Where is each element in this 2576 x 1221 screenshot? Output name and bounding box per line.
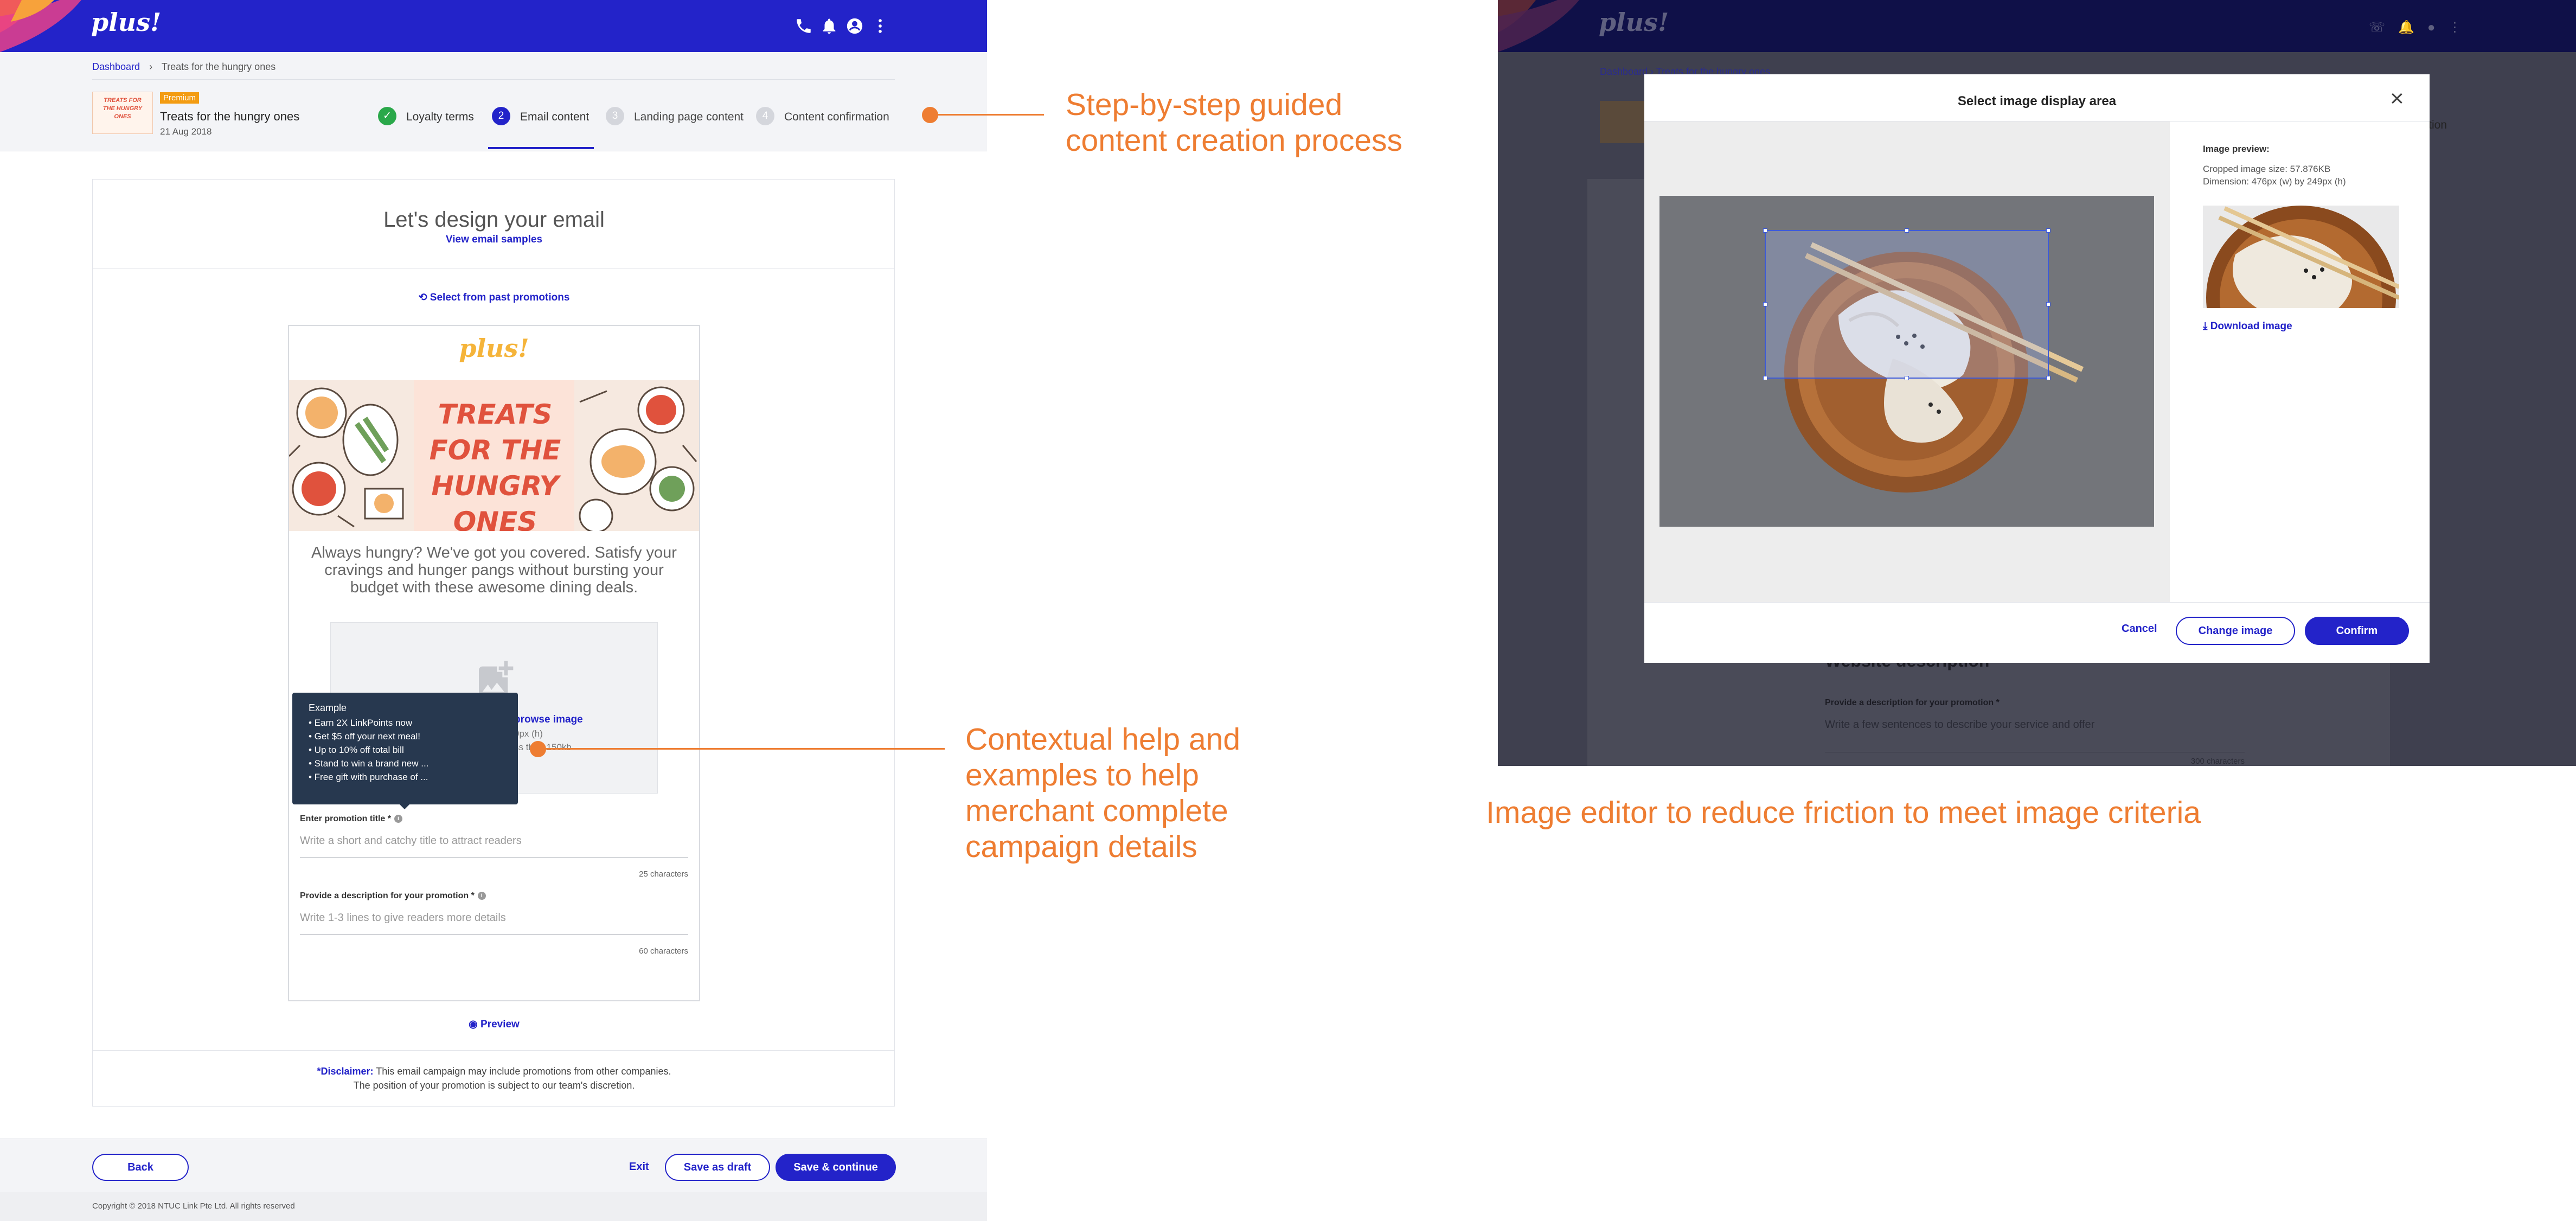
annotation-contextual-help: Contextual help and examples to help merch… (965, 722, 1241, 864)
campaign-editor-screen: plus! Dashboard › Treats for the hungry … (0, 0, 987, 1221)
crop-handle[interactable] (1763, 302, 1767, 306)
promotion-description-label: Provide a description for your promotion… (300, 891, 486, 901)
campaign-name: Treats for the hungry ones (160, 110, 300, 123)
tooltip-item: • Earn 2X LinkPoints now (309, 718, 413, 728)
promotion-description-input[interactable]: Write 1-3 lines to give readers more det… (300, 912, 688, 935)
bell-icon[interactable] (820, 17, 838, 35)
plus-logo[interactable]: plus! (91, 8, 161, 37)
eye-icon: ◉ (469, 1019, 481, 1030)
browse-image-link[interactable]: browse image (514, 714, 583, 726)
breadcrumb: Dashboard › Treats for the hungry ones (92, 61, 275, 73)
preview-link[interactable]: ◉ Preview (93, 1018, 895, 1031)
tooltip-item: • Free gift with purchase of ... (309, 772, 428, 782)
dimmed-top-bar: plus! ☏🔔●⋮ (1498, 0, 2576, 52)
crop-handle[interactable] (1763, 376, 1767, 380)
confirm-button[interactable]: Confirm (2305, 617, 2409, 645)
divider (93, 268, 894, 269)
phone-icon[interactable] (794, 17, 813, 35)
annotation-image-editor: Image editor to reduce friction to meet … (1486, 795, 2201, 830)
design-heading: Let's design your email (383, 208, 605, 232)
description-char-counter: 60 characters (639, 947, 688, 956)
info-icon[interactable]: i (394, 815, 402, 823)
disclaimer: *Disclaimer: This email campaign may inc… (317, 1066, 671, 1091)
check-icon: ✓ (378, 107, 396, 125)
change-image-button[interactable]: Change image (2176, 617, 2295, 645)
image-preview-label: Image preview: (2203, 144, 2270, 154)
campaign-date: 21 Aug 2018 (160, 126, 212, 137)
tooltip-item: • Stand to win a brand new ... (309, 758, 429, 769)
email-hero-banner: TREATS FOR THE HUNGRY ONES (289, 380, 699, 531)
exit-button[interactable]: Exit (629, 1161, 649, 1173)
annotation-connector (538, 748, 945, 750)
food-illustration-left (289, 380, 414, 531)
history-icon: ⟲ (418, 292, 430, 303)
dumpling-preview (2203, 206, 2399, 308)
divider (93, 1050, 894, 1051)
crop-handle[interactable] (1763, 228, 1767, 233)
decorative-shapes (1498, 0, 1579, 52)
food-illustration-right (574, 380, 699, 531)
account-icon[interactable] (845, 17, 864, 35)
active-step-indicator (488, 147, 594, 149)
decorative-shapes (0, 0, 81, 52)
crop-handle[interactable] (2046, 302, 2050, 306)
cancel-button[interactable]: Cancel (2122, 623, 2157, 635)
tooltip-arrow (399, 803, 411, 809)
crop-handle[interactable] (1905, 376, 1909, 380)
image-editor-screen: plus! ☏🔔●⋮ Dashboard › Treats for the hu… (1498, 0, 2576, 766)
image-crop-modal: Select image display area × Image previe… (1644, 74, 2430, 663)
hero-text-panel: TREATS FOR THE HUNGRY ONES (414, 380, 576, 531)
email-logo: plus! (459, 334, 529, 363)
save-continue-button[interactable]: Save & continue (776, 1154, 896, 1181)
breadcrumb-current: Treats for the hungry ones (161, 61, 276, 72)
promotion-title-input[interactable]: Write a short and catchy title to attrac… (300, 835, 688, 858)
dimmed-counter: 300 characters (2190, 757, 2245, 766)
dimmed-field-placeholder: Write a few sentences to describe your s… (1825, 719, 2095, 731)
dimmed-thumbnail (1600, 101, 1646, 143)
email-design-card: Let's design your email View email sampl… (92, 179, 895, 1107)
example-tooltip: Example • Earn 2X LinkPoints now • Get $… (292, 693, 518, 804)
dimmed-toolbar-icons: ☏🔔●⋮ (2369, 20, 2475, 35)
close-icon[interactable]: × (2390, 85, 2404, 112)
plus-logo: plus! (1599, 8, 1669, 37)
breadcrumb-separator: › (149, 61, 153, 72)
divider (92, 79, 895, 80)
upload-dimension-hint: 9px (h) (514, 728, 543, 739)
crop-handle[interactable] (1905, 228, 1909, 233)
view-email-samples-link[interactable]: View email samples (93, 234, 895, 246)
promotion-title-label: Enter promotion title * i (300, 814, 402, 824)
divider (1644, 602, 2430, 603)
email-preview-frame: plus! TREATS FOR THE HUNGRY ONES Always … (288, 325, 700, 1001)
title-char-counter: 25 characters (639, 870, 688, 879)
crop-handle[interactable] (2046, 228, 2050, 233)
footer-bar: Copyright © 2018 NTUC Link Pte Ltd. All … (0, 1192, 987, 1221)
back-button[interactable]: Back (92, 1154, 189, 1181)
modal-title: Select image display area (1957, 94, 2117, 108)
premium-badge: Premium (160, 92, 200, 104)
hero-text: TREATS FOR THE HUNGRY ONES (429, 399, 561, 531)
download-image-link[interactable]: ⤓ Download image (2203, 321, 2292, 333)
cropped-preview-image (2203, 206, 2399, 308)
copyright: Copyright © 2018 NTUC Link Pte Ltd. All … (92, 1201, 295, 1211)
past-promotions-link[interactable]: ⟲ Select from past promotions (93, 291, 895, 304)
crop-handle[interactable] (2046, 376, 2050, 380)
annotation-connector (930, 114, 1044, 116)
tooltip-item: • Up to 10% off total bill (309, 745, 404, 755)
email-intro-text: Always hungry? We've got you covered. Sa… (311, 544, 677, 596)
breadcrumb-dashboard-link[interactable]: Dashboard (92, 61, 140, 72)
cropped-dimension: Dimension: 476px (w) by 249px (h) (2203, 176, 2346, 187)
info-icon[interactable]: i (477, 892, 486, 900)
top-navigation-bar: plus! (0, 0, 987, 52)
crop-selection-box[interactable] (1763, 228, 2050, 380)
tooltip-title: Example (309, 702, 347, 713)
cropped-size: Cropped image size: 57.876KB (2203, 164, 2331, 174)
more-vertical-icon[interactable] (871, 17, 889, 35)
tooltip-item: • Get $5 off your next meal! (309, 731, 420, 741)
save-draft-button[interactable]: Save as draft (665, 1154, 770, 1181)
dimmed-field-label: Provide a description for your promotion… (1825, 698, 2000, 707)
annotation-stepper: Step-by-step guided content creation proc… (1066, 87, 1403, 158)
download-icon: ⤓ (2203, 321, 2210, 332)
campaign-thumbnail: TREATS FOR THE HUNGRY ONES (92, 92, 153, 134)
